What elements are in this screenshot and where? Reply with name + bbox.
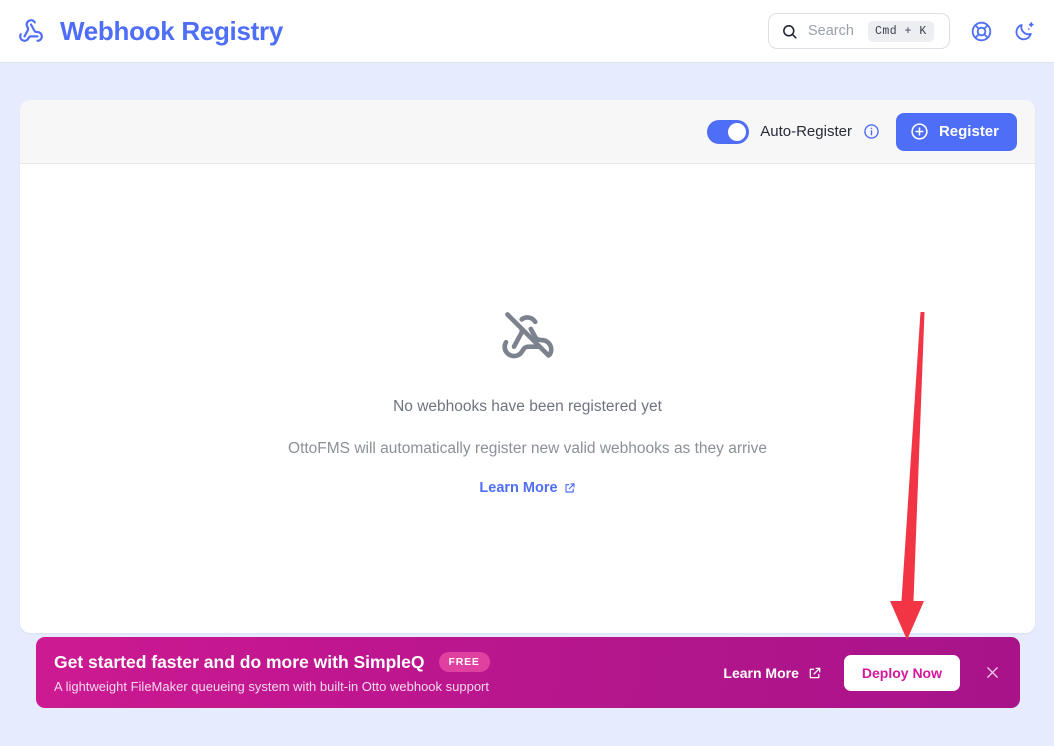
- promo-banner-text: Get started faster and do more with Simp…: [54, 652, 490, 694]
- search-placeholder: Search: [808, 23, 854, 39]
- moon-star-icon[interactable]: [1012, 18, 1038, 44]
- page-title: Webhook Registry: [60, 15, 283, 46]
- empty-state-learn-more-link[interactable]: Learn More: [479, 480, 575, 496]
- info-circle-icon[interactable]: [863, 123, 880, 140]
- register-button[interactable]: Register: [895, 112, 1017, 151]
- webhook-icon: [16, 16, 46, 46]
- register-button-label: Register: [938, 123, 999, 140]
- promo-banner-actions: Learn More Deploy Now: [723, 654, 1002, 691]
- free-badge: FREE: [438, 652, 490, 672]
- external-link-icon: [564, 482, 576, 494]
- empty-state-title: No webhooks have been registered yet: [393, 398, 662, 415]
- search-icon: [781, 23, 798, 40]
- external-link-icon: [808, 666, 822, 680]
- deploy-now-label: Deploy Now: [861, 664, 942, 681]
- deploy-now-button[interactable]: Deploy Now: [843, 654, 960, 691]
- app-header: Webhook Registry Search Cmd + K: [0, 0, 1054, 63]
- auto-register-control: Auto-Register: [707, 119, 880, 144]
- header-actions: Search Cmd + K: [768, 13, 1038, 49]
- promo-learn-more-link[interactable]: Learn More: [723, 665, 821, 681]
- close-icon[interactable]: [982, 665, 1002, 680]
- promo-banner-headline: Get started faster and do more with Simp…: [54, 652, 490, 673]
- search-input[interactable]: Search Cmd + K: [768, 13, 950, 49]
- webhook-registry-card: Auto-Register Register No webhooks have …: [20, 100, 1035, 633]
- card-toolbar: Auto-Register Register: [20, 100, 1035, 164]
- webhook-off-icon: [500, 307, 556, 368]
- brand: Webhook Registry: [16, 16, 283, 47]
- search-shortcut-badge: Cmd + K: [867, 20, 934, 42]
- auto-register-label: Auto-Register: [760, 123, 852, 140]
- promo-learn-more-label: Learn More: [723, 664, 799, 681]
- empty-state: No webhooks have been registered yet Ott…: [20, 164, 1035, 633]
- empty-state-subtitle: OttoFMS will automatically register new …: [288, 440, 767, 457]
- promo-banner: Get started faster and do more with Simp…: [36, 637, 1020, 708]
- life-buoy-icon[interactable]: [968, 18, 994, 44]
- empty-state-learn-more-label: Learn More: [479, 480, 558, 496]
- auto-register-toggle[interactable]: [707, 119, 750, 144]
- toggle-knob: [728, 122, 747, 141]
- plus-circle-icon: [910, 122, 929, 141]
- promo-banner-title: Get started faster and do more with Simp…: [54, 651, 425, 672]
- promo-banner-subtitle: A lightweight FileMaker queueing system …: [54, 678, 489, 694]
